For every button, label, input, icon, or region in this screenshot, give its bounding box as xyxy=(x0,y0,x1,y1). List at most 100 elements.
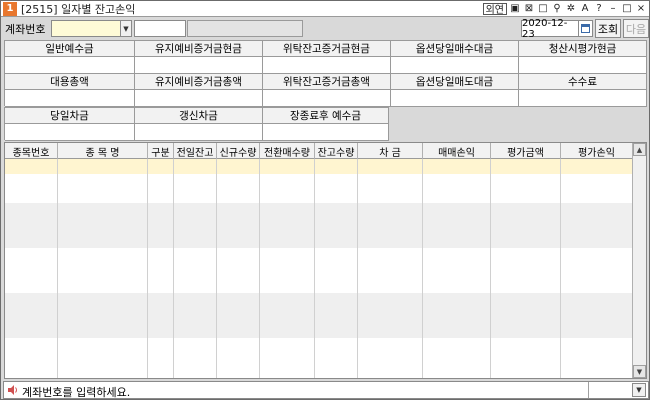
column-header[interactable]: 전일잔고 xyxy=(174,143,217,159)
table-row[interactable] xyxy=(5,203,632,248)
summary-value xyxy=(263,124,388,140)
date-input[interactable]: 2020-12-23 xyxy=(521,18,579,40)
font-size-icon[interactable]: A xyxy=(579,2,591,15)
table-row[interactable] xyxy=(5,293,632,338)
column-header[interactable]: 매매손익 xyxy=(423,143,491,159)
summary-cell: 대용총액 xyxy=(5,74,135,107)
summary-cell: 옵션당일매도대금 xyxy=(391,74,519,107)
pin-icon[interactable]: ⚲ xyxy=(551,2,563,15)
summary-cell: 일반예수금 xyxy=(5,41,135,74)
title-bar: 1 [2515] 일자별 잔고손익 외연 ▣ ⊠ □ ⚲ ✲ A ? – □ × xyxy=(1,1,649,17)
summary-value xyxy=(5,57,134,73)
column-header[interactable]: 종 목 명 xyxy=(58,143,148,159)
next-button[interactable]: 다음 xyxy=(623,19,649,38)
table-row-selected[interactable] xyxy=(5,159,632,174)
summary-value xyxy=(135,57,262,73)
summary-value xyxy=(391,57,518,73)
column-header[interactable]: 평가금액 xyxy=(491,143,561,159)
link-toggle-button[interactable]: 외연 xyxy=(482,2,507,16)
summary-block-2: 대용총액 유지예비증거금총액 위탁잔고증거금총액 옵션당일매도대금 수수료 xyxy=(4,73,647,107)
column-divider xyxy=(314,159,315,378)
excel-icon[interactable]: ⊠ xyxy=(523,2,535,15)
table-row[interactable] xyxy=(5,338,632,378)
calendar-icon xyxy=(581,24,590,33)
summary-cell: 청산시평가현금 xyxy=(519,41,647,74)
scroll-up-button[interactable]: ▲ xyxy=(633,143,646,156)
summary-cell: 수수료 xyxy=(519,74,647,107)
title-toolbar: 외연 ▣ ⊠ □ ⚲ ✲ A ? – □ × xyxy=(482,2,647,16)
summary-label: 수수료 xyxy=(519,74,646,90)
query-button[interactable]: 조회 xyxy=(595,19,621,38)
summary-cell: 옵션당일매수대금 xyxy=(391,41,519,74)
column-divider xyxy=(57,159,58,378)
summary-value xyxy=(263,57,390,73)
summary-block-1: 일반예수금 유지예비증거금현금 위탁잔고증거금현금 옵션당일매수대금 청산시평가… xyxy=(4,40,647,74)
minimize-button[interactable]: – xyxy=(607,2,619,15)
holdings-table[interactable]: 종목번호 종 목 명 구분 전일잔고 신규수량 전환매수량 잔고수량 차 금 매… xyxy=(4,142,647,379)
column-header[interactable]: 구분 xyxy=(148,143,174,159)
column-header[interactable]: 잔고수량 xyxy=(315,143,358,159)
summary-label: 청산시평가현금 xyxy=(519,41,646,57)
summary-cell: 당일차금 xyxy=(5,108,135,141)
column-header[interactable]: 종목번호 xyxy=(5,143,58,159)
column-divider xyxy=(490,159,491,378)
column-divider xyxy=(560,159,561,378)
summary-label: 옵션당일매도대금 xyxy=(391,74,518,90)
summary-label: 일반예수금 xyxy=(5,41,134,57)
close-button[interactable]: × xyxy=(635,2,647,15)
status-message: 계좌번호를 입력하세요. xyxy=(22,386,131,399)
summary-cell: 장종료후 예수금 xyxy=(263,108,389,141)
vertical-scrollbar[interactable]: ▲ ▼ xyxy=(632,143,646,378)
summary-value xyxy=(135,90,262,106)
screen-icon[interactable]: ▣ xyxy=(509,2,521,15)
summary-label: 위탁잔고증거금총액 xyxy=(263,74,390,90)
column-header[interactable]: 신규수량 xyxy=(217,143,260,159)
summary-value xyxy=(519,57,646,73)
maximize-button[interactable]: □ xyxy=(621,2,633,15)
summary-value xyxy=(263,90,390,106)
app-icon: 1 xyxy=(3,1,17,16)
help-icon[interactable]: ? xyxy=(593,2,605,15)
summary-cell: 유지예비증거금현금 xyxy=(135,41,263,74)
table-body xyxy=(5,159,632,378)
summary-cell: 갱신차금 xyxy=(135,108,263,141)
column-divider xyxy=(147,159,148,378)
summary-label: 유지예비증거금총액 xyxy=(135,74,262,90)
summary-label: 대용총액 xyxy=(5,74,134,90)
copy-icon[interactable]: □ xyxy=(537,2,549,15)
main-window: 1 [2515] 일자별 잔고손익 외연 ▣ ⊠ □ ⚲ ✲ A ? – □ ×… xyxy=(0,0,650,400)
summary-value xyxy=(135,124,262,140)
summary-cell: 위탁잔고증거금총액 xyxy=(263,74,391,107)
table-header: 종목번호 종 목 명 구분 전일잔고 신규수량 전환매수량 잔고수량 차 금 매… xyxy=(5,143,632,159)
settings-icon[interactable]: ✲ xyxy=(565,2,577,15)
table-row[interactable] xyxy=(5,174,632,203)
window-title: [2515] 일자별 잔고손익 xyxy=(21,2,136,16)
column-header[interactable]: 전환매수량 xyxy=(260,143,315,159)
column-divider xyxy=(216,159,217,378)
summary-block-3: 당일차금 갱신차금 장종료후 예수금 xyxy=(4,107,389,141)
account-name-field[interactable] xyxy=(134,20,186,37)
account-number-input[interactable] xyxy=(51,20,121,37)
status-history-dropdown[interactable]: ▼ xyxy=(632,383,646,397)
account-label: 계좌번호 xyxy=(5,23,46,36)
summary-value xyxy=(5,90,134,106)
column-divider xyxy=(357,159,358,378)
column-header[interactable]: 평가손익 xyxy=(561,143,632,159)
account-dropdown-button[interactable]: ▼ xyxy=(121,20,132,37)
summary-label: 유지예비증거금현금 xyxy=(135,41,262,57)
status-bar: 계좌번호를 입력하세요. ▼ xyxy=(3,381,649,399)
column-header[interactable]: 차 금 xyxy=(358,143,423,159)
speaker-icon xyxy=(8,385,17,395)
summary-cell: 유지예비증거금총액 xyxy=(135,74,263,107)
summary-label: 갱신차금 xyxy=(135,108,262,124)
calendar-button[interactable] xyxy=(579,20,593,37)
summary-label: 옵션당일매수대금 xyxy=(391,41,518,57)
table-row[interactable] xyxy=(5,248,632,293)
account-row: 계좌번호 ▼ 2020-12-23 조회 다음 xyxy=(3,18,649,40)
scroll-down-button[interactable]: ▼ xyxy=(633,365,646,378)
column-divider xyxy=(422,159,423,378)
account-holder-display xyxy=(187,20,303,37)
summary-label: 장종료후 예수금 xyxy=(263,108,388,124)
status-divider xyxy=(588,382,589,398)
summary-value xyxy=(519,90,646,106)
